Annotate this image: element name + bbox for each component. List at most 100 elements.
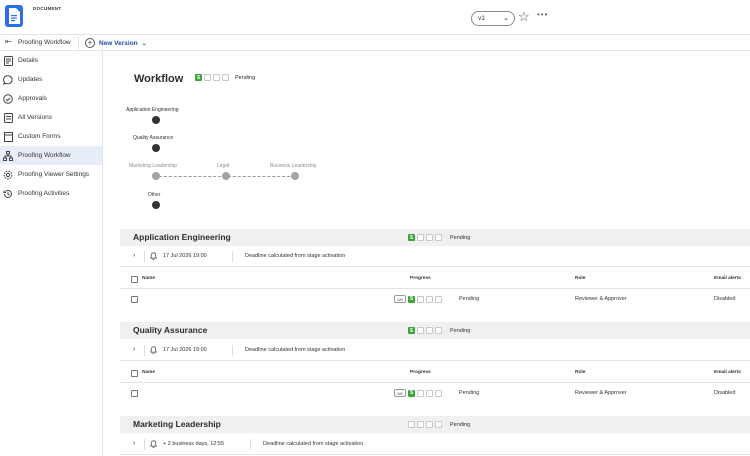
table-row: 0/0 S Pending Reviewer & Approver Disabl… [120, 384, 750, 404]
status-step [426, 327, 433, 334]
row-role: Reviewer & Approver [575, 296, 627, 302]
column-name: Name [142, 370, 156, 375]
divider [250, 439, 251, 450]
gear-icon [3, 170, 13, 180]
diagram-node[interactable] [152, 201, 160, 209]
column-role: Role [575, 370, 586, 375]
diagram-node[interactable] [222, 172, 230, 180]
stage-header: Application Engineering S Pending [120, 229, 750, 246]
column-role: Role [575, 276, 586, 281]
status-step-start: S [408, 295, 415, 303]
new-version-label: New Version [99, 39, 138, 47]
divider [144, 345, 145, 356]
row-email-alerts: Disabled [714, 296, 736, 302]
stage-status-text: Pending [450, 327, 471, 334]
sidebar-item-custom-forms[interactable]: Custom Forms [0, 127, 102, 146]
status-steps: S [408, 234, 442, 241]
diagram-node[interactable] [152, 116, 160, 124]
diagram-node[interactable] [152, 172, 160, 180]
column-email-alerts: Email alerts [714, 370, 741, 375]
status-steps: S [195, 74, 229, 81]
divider [144, 439, 145, 450]
deadline-date: 17 Jul 2026 19:00 [163, 347, 207, 353]
check-circle-icon [3, 93, 13, 104]
status-step [204, 74, 211, 81]
history-icon [3, 189, 13, 199]
stage-header: Marketing Leadership Pending [120, 416, 750, 433]
stage-deadline-row: › 17 Jul 2026 19:00 Deadline calculated … [120, 247, 750, 267]
diagram-label: Application Engineering [126, 107, 179, 113]
deadline-note: Deadline calculated from stage activatio… [245, 347, 346, 353]
details-icon [3, 55, 13, 66]
bell-icon [149, 346, 158, 356]
star-icon[interactable]: ☆ [518, 9, 530, 25]
stage-deadline-row: › 17 Jul 2026 19:00 Deadline calculated … [120, 341, 750, 361]
status-step [417, 234, 424, 241]
sidebar-item-label: All Versions [18, 114, 52, 121]
stage-status-text: Pending [450, 421, 471, 428]
stage-name: Application Engineering [133, 232, 231, 242]
divider [144, 251, 145, 262]
row-checkbox[interactable] [131, 296, 138, 303]
version-select[interactable]: v1 ⌄ [471, 11, 515, 26]
workflow-status-text: Pending [235, 74, 256, 81]
diagram-node[interactable] [291, 172, 299, 180]
sidebar-item-details[interactable]: Details [0, 51, 102, 70]
sidebar-item-label: Proofing Activities [18, 190, 70, 197]
status-step [426, 234, 433, 241]
select-all-checkbox[interactable] [131, 276, 138, 283]
stage-status: S Pending [408, 327, 470, 334]
diagram-label: Business Leadership [270, 163, 317, 169]
sidebar-item-label: Custom Forms [18, 133, 61, 140]
chevron-right-icon[interactable]: › [133, 252, 135, 259]
diagram-node[interactable] [152, 144, 160, 152]
stage-deadline-row: › + 2 business days, 12:55 Deadline calc… [120, 435, 750, 455]
sidebar-item-proofing-workflow[interactable]: Proofing Workflow [0, 146, 102, 165]
sidebar-item-updates[interactable]: Updates [0, 70, 102, 89]
status-step [222, 74, 229, 81]
row-role: Reviewer & Approver [575, 390, 627, 396]
document-type-label: DOCUMENT [33, 6, 62, 11]
status-step-start: S [408, 389, 415, 397]
status-step [435, 234, 442, 241]
chevron-down-icon: ⌄ [503, 15, 509, 22]
diagram-label: Other [148, 192, 161, 198]
sidebar-item-approvals[interactable]: Approvals [0, 89, 102, 108]
column-progress: Progress [410, 276, 431, 281]
progress-ratio: 0/0 [394, 295, 406, 303]
main-content: Workflow S Pending Application Engineeri… [104, 51, 750, 456]
stage-name: Quality Assurance [133, 325, 208, 335]
chevron-down-icon: ⌄ [141, 40, 147, 47]
more-icon[interactable]: ••• [537, 10, 548, 19]
select-all-checkbox[interactable] [131, 370, 138, 377]
plus-circle-icon: + [85, 38, 95, 48]
chevron-right-icon[interactable]: › [133, 440, 135, 447]
top-header: DOCUMENT v1 ⌄ ☆ ••• [0, 0, 750, 34]
status-step-start: S [408, 234, 415, 241]
sub-toolbar: ⇤ Proofing Workflow + New Version ⌄ [0, 34, 750, 51]
sidebar-item-proofing-activities[interactable]: Proofing Activities [0, 184, 102, 203]
diagram-label: Marketing Leadership [129, 163, 178, 169]
divider [78, 37, 79, 49]
status-step [435, 295, 442, 303]
collapse-panel-icon[interactable]: ⇤ [5, 37, 12, 46]
document-icon [5, 5, 23, 27]
status-step [408, 421, 415, 428]
status-step [426, 295, 433, 303]
chevron-right-icon[interactable]: › [133, 346, 135, 353]
new-version-button[interactable]: + New Version ⌄ [85, 36, 147, 50]
status-step [213, 74, 220, 81]
row-checkbox[interactable] [131, 390, 138, 397]
status-step [417, 421, 424, 428]
stage-status-text: Pending [450, 234, 471, 241]
diagram-label: Quality Assurance [133, 135, 174, 141]
sidebar-item-label: Updates [18, 76, 43, 83]
sidebar-item-all-versions[interactable]: All Versions [0, 108, 102, 127]
table-row: 0/0 S Pending Reviewer & Approver Disabl… [120, 290, 750, 310]
status-step [435, 421, 442, 428]
sidebar-item-proofing-viewer-settings[interactable]: Proofing Viewer Settings [0, 165, 102, 184]
column-email-alerts: Email alerts [714, 276, 741, 281]
chat-icon [3, 74, 13, 85]
deadline-note: Deadline calculated from stage activatio… [245, 253, 346, 259]
column-progress: Progress [410, 370, 431, 375]
